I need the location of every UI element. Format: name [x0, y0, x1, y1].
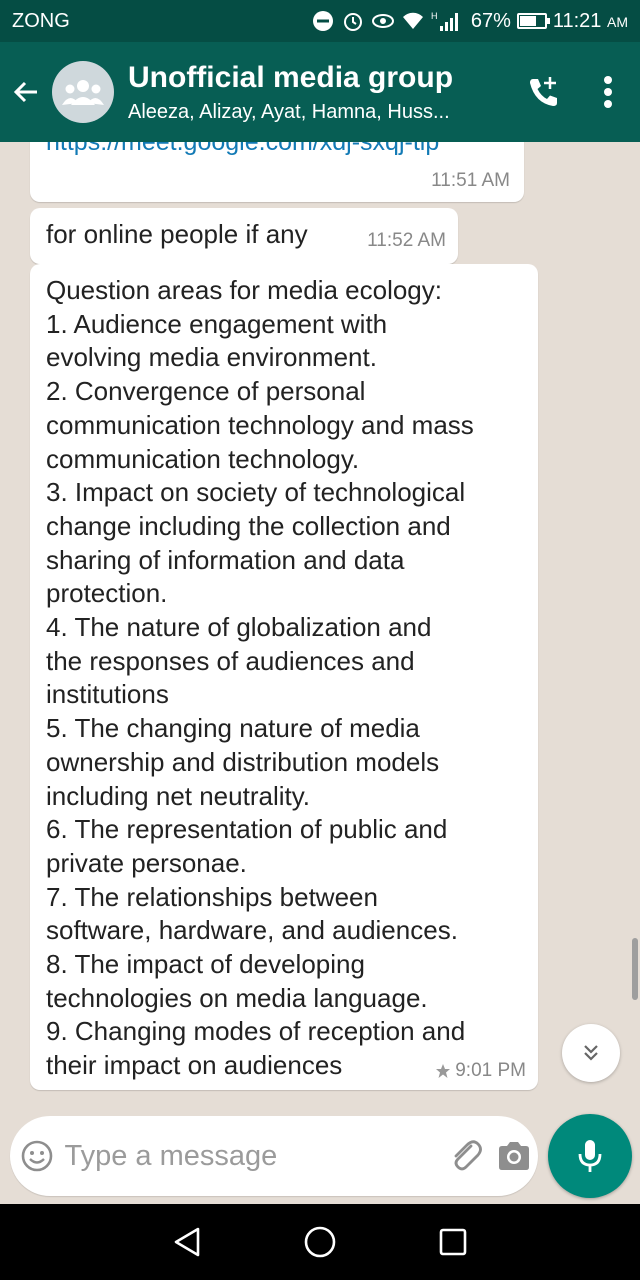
message-line: protection.: [46, 578, 168, 609]
message-line: institutions: [46, 679, 169, 710]
group-title: Unofficial media group: [128, 60, 454, 94]
message-line: ownership and distribution models: [46, 746, 440, 777]
message-time: 9:01 PM: [455, 1060, 526, 1081]
chat-title-block[interactable]: Unofficial media group Aleeza, Alizay, A…: [128, 61, 512, 124]
message-line: software, hardware, and audiences.: [46, 915, 458, 946]
add-call-icon: [530, 77, 557, 106]
message-line: 7. The relationships between: [46, 881, 378, 912]
message-line: communication technology.: [46, 443, 360, 474]
chat-header: Unofficial media group Aleeza, Alizay, A…: [0, 42, 640, 142]
svg-text:H: H: [431, 11, 438, 21]
nav-back-button[interactable]: [157, 1212, 217, 1272]
message-line: the responses of audiences and: [46, 645, 415, 676]
message-line: sharing of information and data: [46, 544, 405, 575]
nav-home-button[interactable]: [290, 1212, 350, 1272]
message-line: communication technology and mass: [46, 409, 474, 440]
group-avatar[interactable]: [52, 61, 114, 123]
star-icon: [436, 1064, 451, 1078]
message-time: 11:51 AM: [431, 170, 510, 191]
message-bubble[interactable]: Question areas for media ecology: 1. Audi…: [30, 264, 538, 1090]
message-line: 4. The nature of globalization and: [46, 612, 432, 643]
more-vert-icon: [604, 76, 612, 108]
message-line: 3. Impact on society of technological: [46, 477, 466, 508]
voice-record-button[interactable]: [548, 1114, 632, 1198]
do-not-disturb-icon: [311, 9, 335, 33]
battery-percent: 67%: [470, 9, 511, 32]
message-line: private personae.: [46, 847, 247, 878]
clock: 11:21 AM: [552, 9, 628, 32]
message-bubble[interactable]: for online people if any 11:52 AM: [30, 208, 458, 264]
message-line: 2. Convergence of personal: [46, 376, 366, 407]
camera-button[interactable]: [490, 1116, 538, 1196]
message-input[interactable]: [64, 1139, 442, 1173]
camera-icon: [498, 1142, 529, 1170]
message-input-container: [10, 1116, 538, 1196]
nav-home-icon: [304, 1226, 336, 1258]
battery-icon: [516, 13, 550, 29]
attach-button[interactable]: [441, 1116, 489, 1196]
carrier-name: ZONG: [12, 9, 70, 32]
message-link[interactable]: https://meet.google.com/xdj-sxqj-tip: [46, 142, 439, 157]
chat-area[interactable]: https://meet.google.com/xdj-sxqj-tip 11:…: [0, 142, 640, 1100]
message-line: evolving media environment.: [46, 342, 377, 373]
chat-scrollbar[interactable]: [632, 938, 638, 1000]
message-text: Question areas for media ecology: 1. Audi…: [46, 274, 526, 1083]
message-line: including net neutrality.: [46, 780, 311, 811]
message-line: change including the collection and: [46, 510, 451, 541]
message-line: 8. The impact of developing: [46, 949, 365, 980]
signal-icon: H: [431, 9, 465, 33]
wifi-icon: [401, 9, 425, 33]
double-chevron-down-icon: [584, 1045, 598, 1061]
more-options-button[interactable]: [576, 42, 640, 142]
group-avatar-icon: [62, 80, 104, 105]
nav-back-icon: [174, 1227, 199, 1257]
mic-icon: [578, 1140, 602, 1172]
add-call-button[interactable]: [512, 42, 576, 142]
message-line: 1. Audience engagement with: [46, 308, 388, 339]
system-navbar: [0, 1204, 640, 1280]
composer: [0, 1100, 640, 1204]
message-line: 6. The representation of public and: [46, 814, 448, 845]
attach-icon: [454, 1140, 482, 1171]
message-line: 9. Changing modes of reception and: [46, 1016, 466, 1047]
message-line: technologies on media language.: [46, 982, 428, 1013]
alarm-icon: [341, 9, 365, 33]
message-line: 5. The changing nature of media: [46, 713, 420, 744]
message-meta: 9:01 PM: [435, 1060, 526, 1082]
message-time: 11:52 AM: [367, 230, 446, 251]
back-arrow-icon: [13, 81, 37, 103]
emoji-icon: [21, 1140, 53, 1172]
emoji-button[interactable]: [10, 1116, 64, 1196]
message-bubble[interactable]: https://meet.google.com/xdj-sxqj-tip 11:…: [30, 142, 524, 202]
nav-recents-button[interactable]: [423, 1212, 483, 1272]
message-text: for online people if any: [46, 219, 308, 249]
scroll-to-bottom-button[interactable]: [562, 1024, 620, 1082]
message-line: Question areas for media ecology:: [46, 275, 442, 305]
nav-recents-icon: [440, 1228, 467, 1256]
eye-icon: [371, 9, 395, 33]
group-members: Aleeza, Alizay, Ayat, Hamna, Huss...: [128, 100, 450, 123]
back-button[interactable]: [0, 42, 52, 142]
status-bar: ZONG H 67% 11:21 AM: [0, 0, 640, 42]
